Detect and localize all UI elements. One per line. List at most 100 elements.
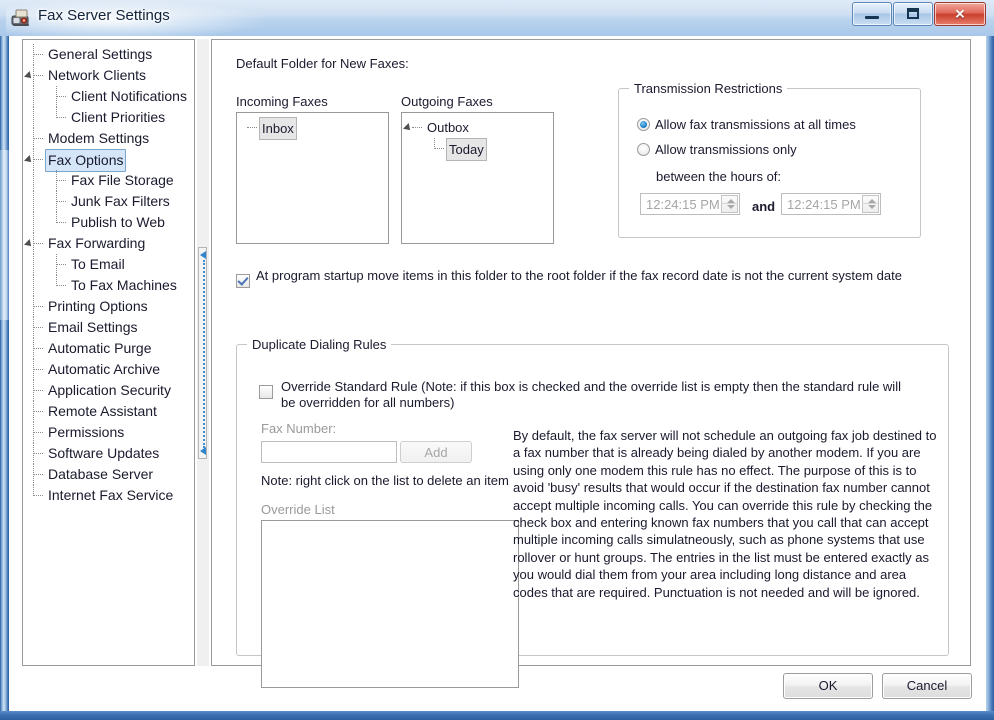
sidebar-item-permissions[interactable]: Permissions: [23, 422, 194, 443]
end-time-value: 12:24:15 PM: [787, 197, 861, 212]
startup-move-checkbox[interactable]: [236, 274, 250, 288]
sidebar-item-internet-fax-service[interactable]: Internet Fax Service: [23, 485, 194, 506]
start-time-value: 12:24:15 PM: [646, 197, 720, 212]
sidebar-item-label: Client Priorities: [71, 109, 166, 125]
sidebar-item-modem-settings[interactable]: Modem Settings: [23, 128, 194, 149]
sidebar-item-software-updates[interactable]: Software Updates: [23, 443, 194, 464]
sidebar-item-email-settings[interactable]: Email Settings: [23, 317, 194, 338]
sidebar-item-printing-options[interactable]: Printing Options: [23, 296, 194, 317]
radio-allow-all-times-indicator[interactable]: [637, 118, 650, 131]
incoming-node-inbox[interactable]: Inbox: [237, 117, 388, 140]
sidebar-item-remote-assistant[interactable]: Remote Assistant: [23, 401, 194, 422]
sidebar-item-database-server[interactable]: Database Server: [23, 464, 194, 485]
splitter-expand-arrow-icon[interactable]: [200, 447, 206, 455]
tree-connector-line: [56, 180, 66, 182]
panel-splitter[interactable]: [197, 39, 209, 666]
tree-connector-line: [33, 86, 35, 107]
sidebar-item-label: General Settings: [48, 46, 153, 62]
sidebar-item-fax-file-storage[interactable]: Fax File Storage: [23, 170, 194, 191]
start-time-spinner[interactable]: 12:24:15 PM: [640, 193, 740, 215]
sidebar-item-label: To Email: [71, 256, 125, 272]
outgoing-node-outbox[interactable]: Outbox: [402, 117, 553, 138]
close-icon: ✕: [954, 6, 966, 22]
outgoing-tree-list: Outbox Today: [402, 113, 553, 161]
sidebar-item-label: Software Updates: [48, 445, 160, 461]
sidebar-item-to-fax-machines[interactable]: To Fax Machines: [23, 275, 194, 296]
expander-triangle-icon[interactable]: [403, 123, 413, 133]
outgoing-node-today[interactable]: Today: [402, 138, 553, 161]
tree-connector-line: [56, 285, 66, 287]
incoming-faxes-caption: Incoming Faxes: [236, 94, 328, 109]
sidebar-item-to-email[interactable]: To Email: [23, 254, 194, 275]
override-list[interactable]: [261, 520, 519, 688]
radio-allow-all-times-label: Allow fax transmissions at all times: [655, 117, 856, 132]
tree-connector-line: [412, 127, 422, 129]
sidebar-item-label: Permissions: [48, 424, 125, 440]
sidebar-item-junk-fax-filters[interactable]: Junk Fax Filters: [23, 191, 194, 212]
sidebar-item-automatic-archive[interactable]: Automatic Archive: [23, 359, 194, 380]
tree-connector-line: [33, 306, 43, 308]
sidebar-item-label: Automatic Purge: [48, 340, 152, 356]
settings-navigation-tree[interactable]: General Settings Network Clients Client No…: [22, 39, 195, 666]
sidebar-item-label: Fax File Storage: [71, 172, 174, 188]
window-controls: ✕: [851, 2, 986, 26]
splitter-grip-dots: [203, 260, 206, 448]
end-time-stepper-icon[interactable]: [862, 195, 879, 213]
ok-button[interactable]: OK: [783, 673, 873, 699]
tree-connector-line: [56, 201, 66, 203]
outgoing-node-label: Outbox: [427, 120, 469, 135]
sidebar-item-client-notifications[interactable]: Client Notifications: [23, 86, 194, 107]
maximize-button[interactable]: [893, 2, 933, 26]
sidebar-item-fax-forwarding[interactable]: Fax Forwarding: [23, 233, 194, 254]
end-time-stepper-divider: [862, 203, 879, 204]
splitter-grip[interactable]: [198, 247, 207, 459]
sidebar-item-label: Fax Options: [45, 149, 127, 172]
title-bar[interactable]: Fax Server Settings ✕: [0, 0, 994, 36]
tree-connector-line: [434, 148, 444, 150]
transmission-restrictions-title: Transmission Restrictions: [629, 81, 788, 96]
tree-connector-line: [434, 138, 436, 149]
dialog-body: General Settings Network Clients Client No…: [9, 36, 986, 711]
sidebar-item-fax-options[interactable]: Fax Options: [23, 149, 194, 172]
minimize-button[interactable]: [852, 2, 892, 26]
minimize-icon: [865, 16, 879, 19]
end-time-spinner[interactable]: 12:24:15 PM: [781, 193, 881, 215]
sidebar-item-general-settings[interactable]: General Settings: [23, 44, 194, 65]
sidebar-item-automatic-purge[interactable]: Automatic Purge: [23, 338, 194, 359]
sidebar-tree-list: General Settings Network Clients Client No…: [23, 40, 194, 506]
fax-number-input[interactable]: [261, 441, 397, 463]
right-click-note: Note: right click on the list to delete …: [261, 473, 509, 488]
window-frame-left: [0, 0, 9, 720]
between-hours-label: between the hours of:: [656, 169, 782, 184]
tree-connector-line: [33, 495, 43, 497]
tree-connector-line: [33, 453, 43, 455]
sidebar-item-label: Database Server: [48, 466, 154, 482]
add-fax-number-button[interactable]: Add: [400, 441, 472, 463]
sidebar-item-label: Publish to Web: [71, 214, 165, 230]
fax-number-label: Fax Number:: [261, 421, 337, 436]
tree-connector-line: [33, 212, 35, 233]
sidebar-item-publish-to-web[interactable]: Publish to Web: [23, 212, 194, 233]
tree-connector-line: [33, 191, 35, 212]
sidebar-item-application-security[interactable]: Application Security: [23, 380, 194, 401]
sidebar-item-label: Email Settings: [48, 319, 138, 335]
start-time-stepper-icon[interactable]: [721, 195, 738, 213]
sidebar-item-label: Printing Options: [48, 298, 148, 314]
window-title: Fax Server Settings: [38, 7, 170, 24]
override-standard-rule-checkbox[interactable]: [259, 385, 273, 399]
override-list-label: Override List: [261, 502, 335, 517]
outgoing-faxes-tree[interactable]: Outbox Today: [401, 112, 554, 244]
incoming-faxes-tree[interactable]: Inbox: [236, 112, 389, 244]
radio-allow-only-between-indicator[interactable]: [637, 143, 650, 156]
cancel-button[interactable]: Cancel: [882, 673, 972, 699]
close-button[interactable]: ✕: [934, 2, 986, 26]
fax-machine-icon: [10, 7, 32, 29]
tree-connector-line: [33, 390, 43, 392]
splitter-collapse-arrow-icon[interactable]: [200, 251, 206, 259]
tree-connector-line: [56, 117, 66, 119]
sidebar-item-network-clients[interactable]: Network Clients: [23, 65, 194, 86]
sidebar-item-label: Client Notifications: [71, 88, 187, 104]
sidebar-item-label: To Fax Machines: [71, 277, 177, 293]
outgoing-node-label: Today: [446, 138, 487, 161]
sidebar-item-client-priorities[interactable]: Client Priorities: [23, 107, 194, 128]
